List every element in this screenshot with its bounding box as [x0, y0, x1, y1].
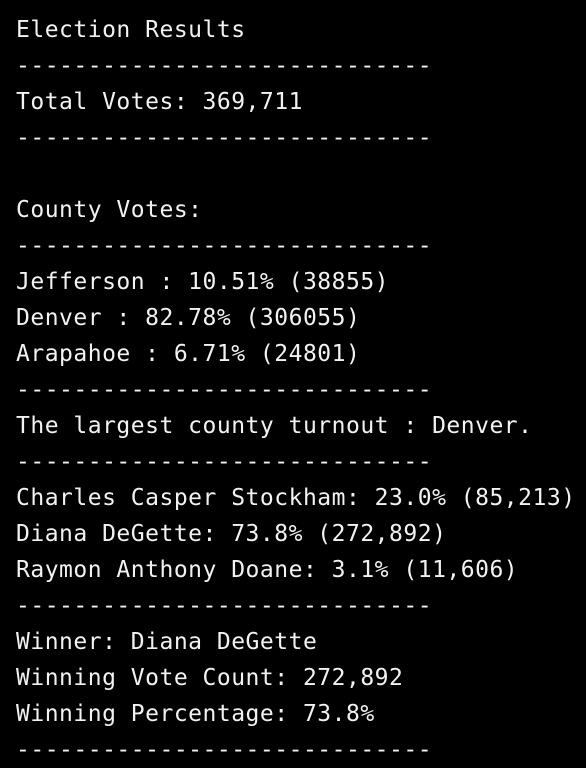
county-line-arapahoe: Arapahoe : 6.71% (24801) — [16, 341, 361, 367]
separator-line: ----------------------------- — [16, 449, 433, 475]
county-line-jefferson: Jefferson : 10.51% (38855) — [16, 269, 390, 295]
terminal-output: Election Results -----------------------… — [0, 0, 586, 764]
separator-line: ----------------------------- — [16, 233, 433, 259]
separator-line: ----------------------------- — [16, 53, 433, 79]
county-line-denver: Denver : 82.78% (306055) — [16, 305, 361, 331]
candidate-line-degette: Diana DeGette: 73.8% (272,892) — [16, 521, 447, 547]
winner-line: Winner: Diana DeGette — [16, 629, 318, 655]
total-votes-line: Total Votes: 369,711 — [16, 89, 303, 115]
candidate-line-stockham: Charles Casper Stockham: 23.0% (85,213) — [16, 485, 576, 511]
winning-percentage-line: Winning Percentage: 73.8% — [16, 701, 375, 727]
winning-vote-count-line: Winning Vote Count: 272,892 — [16, 665, 404, 691]
separator-line: ----------------------------- — [16, 737, 433, 763]
candidate-line-doane: Raymon Anthony Doane: 3.1% (11,606) — [16, 557, 519, 583]
county-votes-header: County Votes: — [16, 197, 203, 223]
separator-line: ----------------------------- — [16, 593, 433, 619]
separator-line: ----------------------------- — [16, 377, 433, 403]
largest-county-line: The largest county turnout : Denver. — [16, 413, 533, 439]
results-title: Election Results — [16, 17, 246, 43]
separator-line: ----------------------------- — [16, 125, 433, 151]
